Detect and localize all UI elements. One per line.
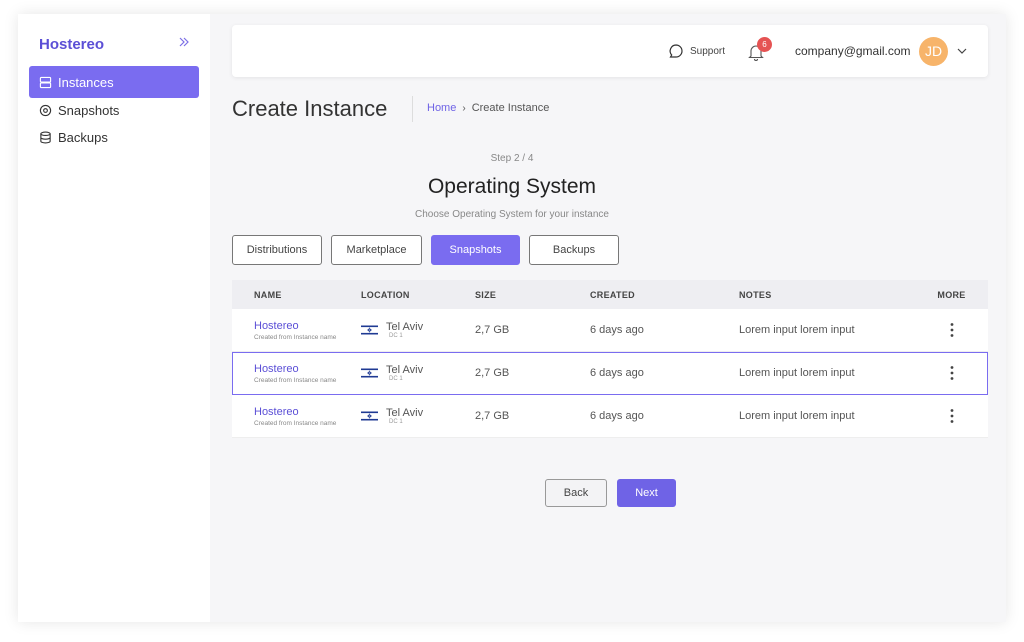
snapshots-table: NAME LOCATION SIZE CREATED NOTES MORE Ho… — [232, 280, 988, 438]
table-row[interactable]: Hostereo Created from Instance name Tel … — [232, 395, 988, 438]
notifications-button[interactable]: 6 — [748, 37, 772, 61]
collapse-sidebar-icon[interactable] — [178, 35, 190, 51]
sidebar-nav: Instances Snapshots Backups — [29, 66, 199, 149]
kebab-menu-icon[interactable] — [950, 365, 954, 381]
header-notes: NOTES — [739, 289, 772, 300]
top-header: Support 6 company@gmail.com JD — [232, 25, 988, 77]
step-indicator: Step 2 / 4 — [490, 153, 534, 164]
row-created: 6 days ago — [590, 410, 644, 422]
row-notes: Lorem input lorem input — [739, 367, 855, 379]
row-name[interactable]: Hostereo — [254, 363, 361, 375]
row-created: 6 days ago — [590, 367, 644, 379]
tab-snapshots[interactable]: Snapshots — [431, 235, 520, 265]
database-icon — [40, 131, 51, 144]
avatar[interactable]: JD — [919, 37, 948, 66]
header-more: MORE — [937, 289, 966, 300]
kebab-menu-icon[interactable] — [950, 322, 954, 338]
user-email[interactable]: company@gmail.com — [795, 44, 911, 58]
next-button[interactable]: Next — [617, 479, 676, 507]
table-row[interactable]: Hostereo Created from Instance name Tel … — [232, 352, 988, 395]
table-row[interactable]: Hostereo Created from Instance name Tel … — [232, 309, 988, 352]
tab-backups[interactable]: Backups — [529, 235, 619, 265]
row-notes: Lorem input lorem input — [739, 324, 855, 336]
row-location: Tel Aviv — [386, 407, 424, 419]
row-datacenter: DC 1 — [389, 376, 403, 382]
israel-flag-icon — [361, 410, 378, 422]
breadcrumb: Home › Create Instance — [427, 102, 549, 114]
israel-flag-icon — [361, 324, 378, 336]
step-title: Operating System — [427, 175, 597, 198]
sidebar-item-backups[interactable]: Backups — [29, 122, 199, 153]
row-location: Tel Aviv — [386, 364, 424, 376]
chat-bubble-icon — [669, 44, 683, 58]
breadcrumb-separator: › — [462, 102, 466, 114]
sidebar-item-instances[interactable]: Instances — [29, 66, 199, 98]
chevron-down-icon[interactable] — [956, 45, 968, 57]
row-datacenter: DC 1 — [389, 333, 403, 339]
os-source-tabs: Distributions Marketplace Snapshots Back… — [232, 235, 628, 265]
server-icon — [39, 76, 52, 88]
row-size: 2,7 GB — [475, 324, 510, 336]
tab-distributions[interactable]: Distributions — [232, 235, 322, 265]
disc-icon — [39, 104, 52, 117]
row-size: 2,7 GB — [475, 410, 510, 422]
table-header: NAME LOCATION SIZE CREATED NOTES MORE — [232, 280, 988, 309]
row-notes: Lorem input lorem input — [739, 410, 855, 422]
brand-logo[interactable]: Hostereo — [39, 36, 104, 53]
support-label: Support — [690, 45, 726, 57]
step-subtitle: Choose Operating System for your instanc… — [415, 209, 609, 220]
sidebar: Hostereo Instances Snapshots Backups — [18, 14, 210, 622]
row-created: 6 days ago — [590, 324, 644, 336]
row-datacenter: DC 1 — [389, 419, 403, 425]
header-created: CREATED — [590, 289, 635, 300]
header-location: LOCATION — [361, 289, 410, 300]
israel-flag-icon — [361, 367, 378, 379]
breadcrumb-home[interactable]: Home — [427, 102, 456, 114]
tab-marketplace[interactable]: Marketplace — [331, 235, 422, 265]
sidebar-item-label: Backups — [58, 130, 108, 145]
back-button[interactable]: Back — [545, 479, 607, 507]
row-name[interactable]: Hostereo — [254, 406, 361, 418]
sidebar-item-label: Instances — [58, 74, 114, 90]
row-subtitle: Created from Instance name — [254, 333, 337, 341]
row-subtitle: Created from Instance name — [254, 419, 337, 427]
row-subtitle: Created from Instance name — [254, 376, 337, 384]
row-size: 2,7 GB — [475, 367, 510, 379]
page-title: Create Instance — [232, 96, 388, 121]
header-size: SIZE — [475, 289, 497, 300]
app-frame: Hostereo Instances Snapshots Backups Sup… — [18, 14, 1006, 622]
title-divider — [412, 96, 413, 122]
kebab-menu-icon[interactable] — [950, 408, 954, 424]
notification-badge: 6 — [757, 37, 772, 52]
breadcrumb-current: Create Instance — [471, 102, 550, 114]
row-name[interactable]: Hostereo — [254, 320, 361, 332]
header-name: NAME — [254, 289, 282, 300]
support-link[interactable]: Support — [668, 43, 725, 59]
sidebar-item-label: Snapshots — [58, 103, 120, 118]
row-location: Tel Aviv — [386, 321, 424, 333]
